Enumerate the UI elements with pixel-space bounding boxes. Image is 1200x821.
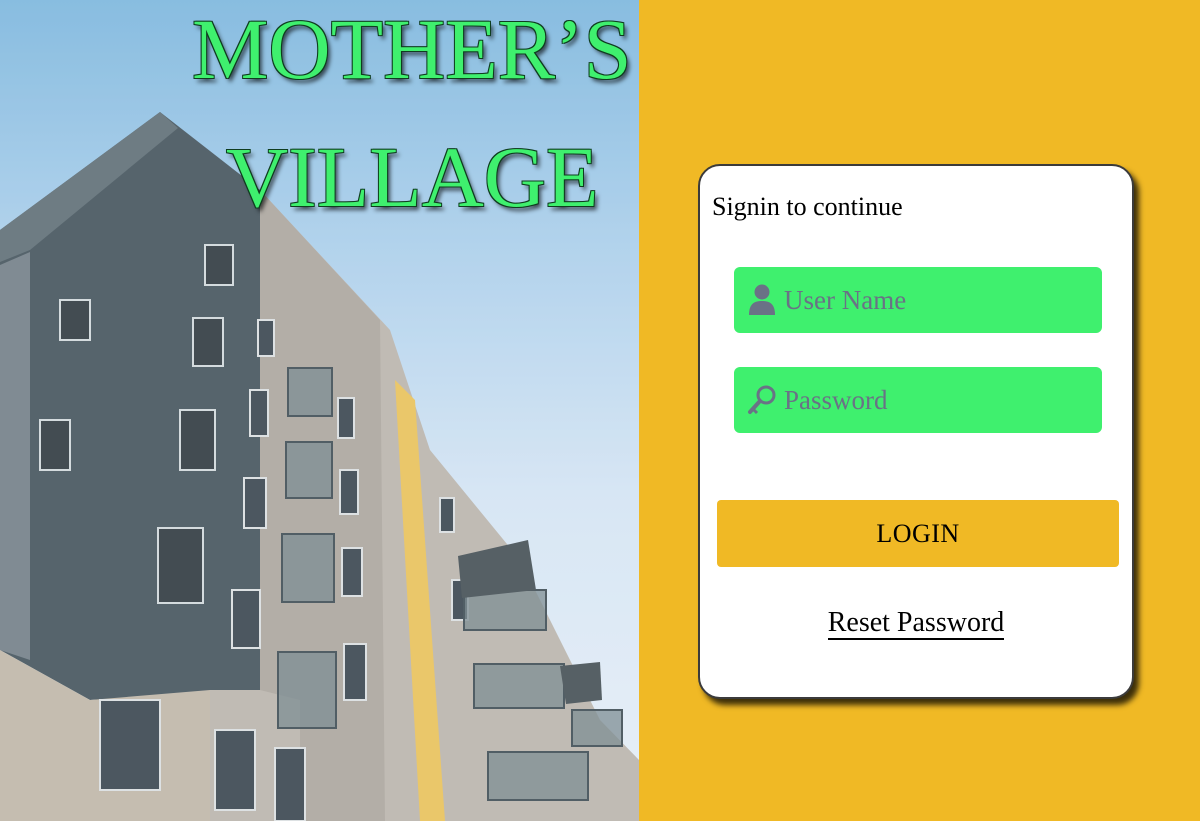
hero-panel: MOTHER’S VILLAGE — [0, 0, 639, 821]
login-button[interactable]: LOGIN — [717, 500, 1119, 567]
building-photo — [0, 0, 639, 821]
hero-title-line2: VILLAGE — [226, 129, 599, 225]
key-icon — [747, 383, 777, 417]
hero-title-line1: MOTHER’S — [192, 1, 632, 97]
username-input[interactable] — [784, 284, 1084, 316]
login-card: Signin to continue LOGIN Reset Password — [698, 164, 1134, 699]
reset-password-link[interactable]: Reset Password — [700, 607, 1132, 640]
password-input[interactable] — [784, 384, 1084, 416]
reset-password-label[interactable]: Reset Password — [827, 607, 1005, 640]
signin-heading: Signin to continue — [712, 192, 903, 221]
username-field[interactable] — [734, 267, 1102, 333]
password-field[interactable] — [734, 367, 1102, 433]
user-icon — [747, 283, 777, 317]
